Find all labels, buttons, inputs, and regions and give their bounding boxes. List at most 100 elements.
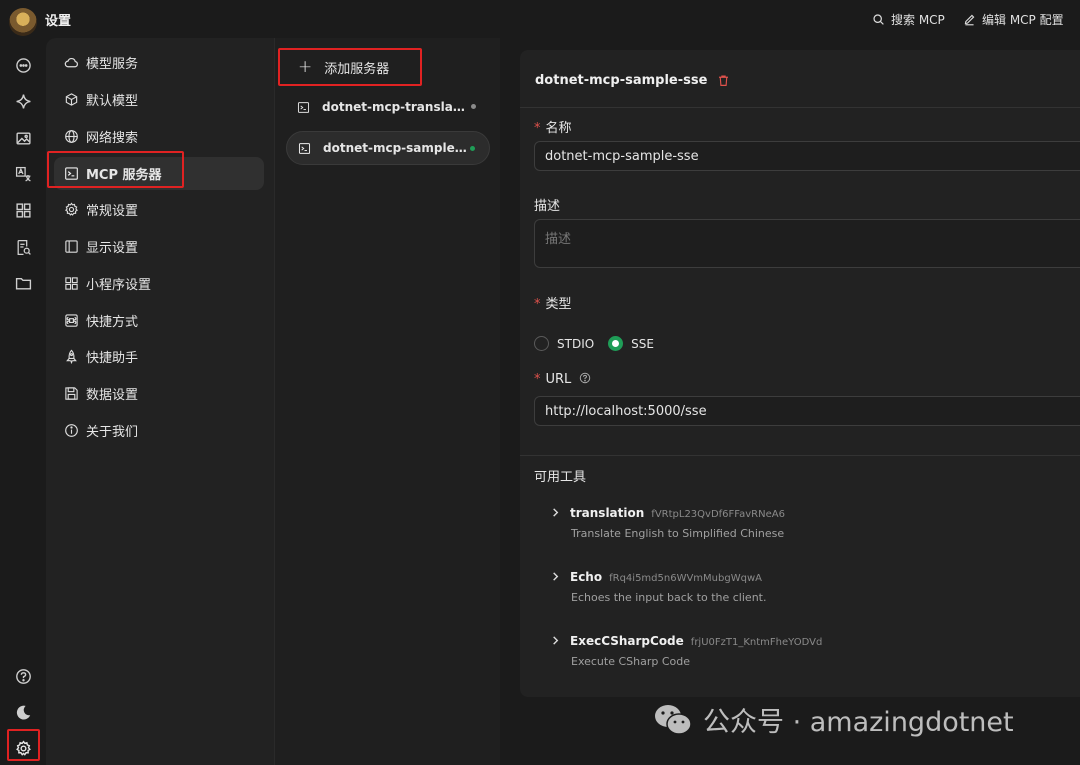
mcp-servers-highlight-box [47, 151, 184, 188]
help-icon[interactable] [13, 666, 33, 686]
chat-icon[interactable] [13, 55, 33, 75]
menu-item-label: 关于我们 [86, 425, 139, 440]
edit-mcp-config-label: 编辑 MCP 配置 [982, 13, 1064, 27]
chevron-right-icon[interactable] [550, 507, 561, 518]
document-search-icon[interactable] [13, 237, 33, 257]
search-mcp-label: 搜索 MCP [891, 13, 945, 27]
save-icon [65, 387, 78, 400]
title-bar: 设置 搜索 MCP 编辑 MCP 配置 [0, 0, 1080, 38]
search-icon [873, 14, 884, 25]
icon-rail [0, 38, 46, 765]
cloud-icon [64, 57, 78, 68]
menu-item-label: 快捷方式 [86, 315, 139, 330]
menu-item-label: 数据设置 [86, 388, 139, 403]
menu-item-miniapp-settings[interactable]: 小程序设置 [54, 267, 264, 300]
server-item-selected[interactable]: dotnet-mcp-sample-sse [286, 131, 490, 165]
divider [520, 107, 1080, 108]
cube-icon [65, 93, 78, 106]
tools-label: 可用工具 [534, 470, 587, 485]
folder-icon[interactable] [13, 273, 33, 293]
name-label: * 名称 [534, 121, 572, 136]
menu-item-label: 快捷助手 [86, 351, 139, 366]
menu-item-quick-assistant[interactable]: 快捷助手 [54, 340, 264, 373]
name-input[interactable]: dotnet-mcp-sample-sse [534, 141, 1080, 171]
terminal-icon [298, 142, 311, 154]
radio-stdio[interactable] [534, 336, 549, 351]
server-item[interactable]: dotnet-mcp-translation-... [286, 90, 490, 124]
radio-stdio-label: STDIO [557, 336, 595, 351]
watermark-text: 公众号 · amazingdotnet [703, 707, 1014, 738]
help-icon[interactable] [579, 372, 591, 384]
menu-item-label: 默认模型 [86, 94, 139, 109]
server-detail: dotnet-mcp-sample-sse * 名称 dotnet-mcp-sam… [500, 38, 1080, 765]
chevron-right-icon[interactable] [550, 635, 561, 646]
radio-sse-label: SSE [631, 336, 654, 351]
type-radio-group: STDIO SSE [534, 336, 654, 351]
settings-menu: 模型服务 默认模型 网络搜索 MCP 服务器 常规设置 显示设置 小程序设置 快… [46, 38, 274, 765]
menu-item-default-model[interactable]: 默认模型 [54, 83, 264, 116]
rocket-icon [66, 349, 77, 364]
radio-sse[interactable] [608, 336, 624, 351]
url-label: * URL [534, 372, 591, 387]
server-name: dotnet-mcp-translation-... [322, 100, 467, 114]
edit-icon [964, 14, 975, 26]
type-label: * 类型 [534, 297, 572, 312]
command-icon [65, 314, 78, 327]
menu-item-display-settings[interactable]: 显示设置 [54, 230, 264, 263]
delete-icon[interactable] [717, 74, 730, 87]
menu-item-about[interactable]: 关于我们 [54, 414, 264, 447]
tool-description: Echoes the input back to the client. [571, 591, 767, 604]
settings-highlight-box [7, 729, 40, 761]
menu-item-general-settings[interactable]: 常规设置 [54, 193, 264, 226]
server-title-text: dotnet-mcp-sample-sse [535, 73, 708, 88]
grid-icon [65, 277, 78, 290]
image-icon[interactable] [13, 128, 33, 148]
menu-item-label: 显示设置 [86, 241, 139, 256]
tool-item[interactable]: translation fVRtpL23QvDf6FFavRNeA6 Trans… [550, 506, 1070, 540]
display-icon [65, 240, 78, 253]
tool-id: fRq4i5md5n6WVmMubgWqwA [609, 573, 762, 584]
translate-icon[interactable] [13, 164, 33, 184]
server-title: dotnet-mcp-sample-sse [535, 73, 730, 88]
server-name: dotnet-mcp-sample-sse [323, 141, 468, 155]
terminal-icon [297, 101, 310, 113]
menu-item-label: 常规设置 [86, 204, 139, 219]
tool-id: frjU0FzT1_KntmFheYODVd [690, 637, 823, 648]
tool-id: fVRtpL23QvDf6FFavRNeA6 [651, 509, 785, 520]
apps-grid-icon[interactable] [13, 200, 33, 220]
menu-item-label: 网络搜索 [86, 131, 139, 146]
chevron-right-icon[interactable] [550, 571, 561, 582]
server-detail-card: dotnet-mcp-sample-sse * 名称 dotnet-mcp-sam… [520, 50, 1080, 697]
server-list: + 添加服务器 dotnet-mcp-translation-... dotne… [274, 38, 500, 765]
status-dot [470, 146, 475, 151]
watermark: 公众号 · amazingdotnet [653, 700, 1014, 739]
avatar[interactable] [9, 8, 37, 36]
menu-item-model-service[interactable]: 模型服务 [54, 46, 264, 79]
tool-description: Execute CSharp Code [571, 655, 691, 668]
status-dot [471, 104, 476, 109]
description-input[interactable]: 描述 [534, 219, 1080, 268]
divider [520, 455, 1080, 456]
url-input[interactable]: http://localhost:5000/sse [534, 396, 1080, 426]
edit-mcp-config-button[interactable]: 编辑 MCP 配置 [963, 11, 1064, 28]
add-server-highlight-box [278, 48, 422, 86]
menu-item-label: 模型服务 [86, 57, 139, 72]
menu-item-label: 小程序设置 [86, 278, 152, 293]
menu-item-shortcuts[interactable]: 快捷方式 [54, 304, 264, 337]
moon-icon[interactable] [13, 702, 33, 722]
tool-item[interactable]: ExecCSharpCode frjU0FzT1_KntmFheYODVd Ex… [550, 634, 1070, 668]
globe-icon [65, 130, 78, 143]
tool-description: Translate English to Simplified Chinese [571, 527, 785, 540]
tool-name: ExecCSharpCode [570, 634, 684, 648]
wechat-icon [655, 704, 692, 735]
gear-icon [65, 202, 78, 216]
tool-name: Echo [570, 570, 603, 584]
tool-item[interactable]: Echo fRq4i5md5n6WVmMubgWqwA Echoes the i… [550, 570, 1070, 604]
description-label: 描述 [534, 199, 561, 214]
search-mcp-button[interactable]: 搜索 MCP [872, 11, 945, 28]
tool-name: translation [570, 506, 645, 520]
sparkle-icon[interactable] [13, 91, 33, 111]
info-icon [65, 424, 78, 437]
menu-item-data-settings[interactable]: 数据设置 [54, 377, 264, 410]
menu-item-web-search[interactable]: 网络搜索 [54, 120, 264, 153]
